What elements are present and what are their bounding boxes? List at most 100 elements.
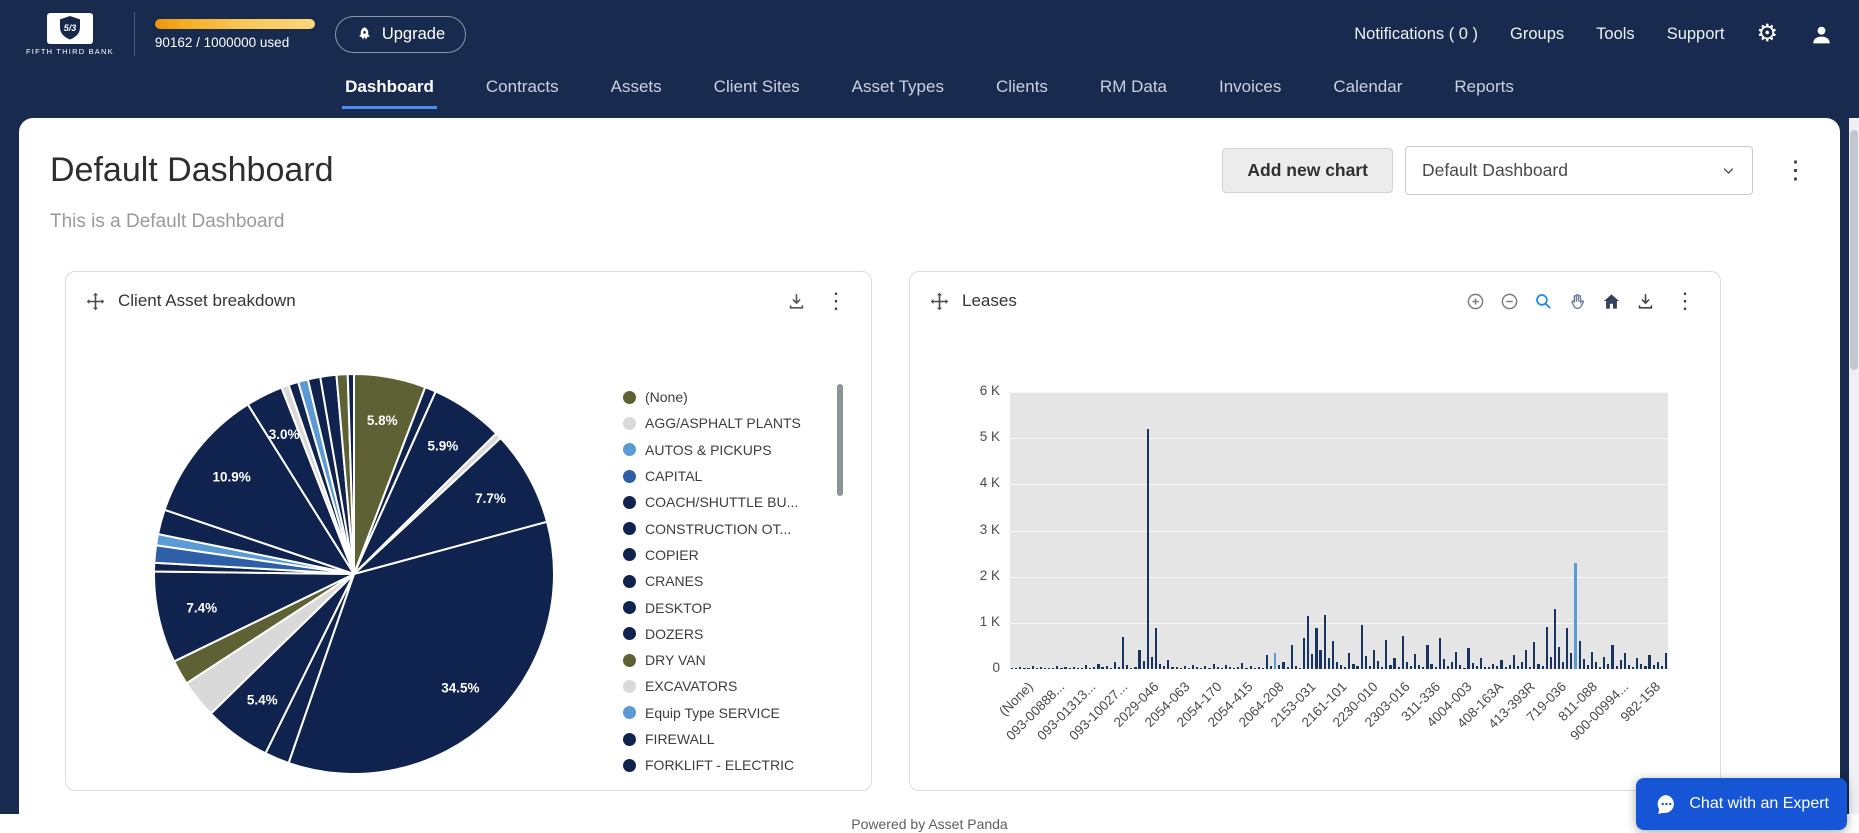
bar — [1048, 668, 1050, 670]
legend-dot — [623, 417, 636, 430]
bar — [1356, 666, 1358, 669]
legend-label: DESKTOP — [645, 600, 712, 616]
usage-progress-bar[interactable] — [155, 19, 315, 29]
bar — [1570, 653, 1572, 669]
legend-dot — [623, 680, 636, 693]
tab-calendar[interactable]: Calendar — [1330, 77, 1405, 109]
legend-label: DRY VAN — [645, 652, 706, 668]
topbar-link-tools[interactable]: Tools — [1596, 25, 1635, 44]
tab-rm-data[interactable]: RM Data — [1097, 77, 1170, 109]
bar — [1352, 664, 1354, 670]
legend-label: AGG/ASPHALT PLANTS — [645, 415, 801, 431]
download-icon[interactable] — [1636, 292, 1655, 311]
gridline — [1010, 531, 1668, 532]
bar — [1443, 659, 1445, 669]
pie-card-kebab[interactable]: ⋮ — [821, 290, 851, 312]
bar — [1011, 668, 1013, 670]
add-new-chart-button[interactable]: Add new chart — [1222, 148, 1393, 193]
tab-dashboard[interactable]: Dashboard — [342, 77, 437, 109]
bar — [1089, 668, 1091, 670]
client-asset-pie-chart: 5.8%5.9%7.7%34.5%5.4%7.4%10.9%3.0% — [146, 366, 562, 782]
bar — [1237, 667, 1239, 670]
pie-percent-label: 10.9% — [212, 470, 250, 485]
tab-asset-types[interactable]: Asset Types — [849, 77, 947, 109]
legend-item[interactable]: (None) — [623, 384, 837, 410]
topbar-link-support[interactable]: Support — [1667, 25, 1725, 44]
pie-percent-label: 3.0% — [269, 427, 300, 442]
legend-item[interactable]: EXCAVATORS — [623, 673, 837, 699]
dashboard-menu-kebab[interactable]: ⋮ — [1779, 158, 1812, 183]
legend-item[interactable]: DESKTOP — [623, 594, 837, 620]
bar — [1562, 662, 1564, 669]
bar — [1073, 667, 1075, 670]
legend-label: Equip Type SERVICE — [645, 705, 780, 721]
legend-item[interactable]: CRANES — [623, 568, 837, 594]
bar — [1636, 658, 1638, 669]
tab-clients[interactable]: Clients — [993, 77, 1051, 109]
bar — [1554, 609, 1556, 669]
drag-move-icon[interactable] — [86, 292, 105, 311]
legend-item[interactable]: COPIER — [623, 542, 837, 568]
y-tick-label: 2 K — [938, 568, 1000, 583]
user-profile-icon[interactable] — [1810, 23, 1833, 46]
bar — [1291, 645, 1293, 669]
chat-with-expert-button[interactable]: Chat with an Expert — [1636, 778, 1847, 830]
leases-card-kebab[interactable]: ⋮ — [1670, 290, 1700, 312]
legend-item[interactable]: DRY VAN — [623, 647, 837, 673]
gridline — [1010, 623, 1668, 624]
download-icon[interactable] — [787, 292, 806, 311]
bar — [1648, 655, 1650, 669]
legend-dot — [623, 548, 636, 561]
topbar-link-groups[interactable]: Groups — [1510, 25, 1564, 44]
fifth-third-bank-logo[interactable]: 5/3 Fifth Third Bank — [26, 13, 114, 56]
legend-item[interactable]: FORKLIFT - ELECTRIC — [623, 752, 837, 776]
legend-item[interactable]: DOZERS — [623, 621, 837, 647]
home-reset-icon[interactable] — [1602, 292, 1621, 311]
zoom-out-icon[interactable] — [1500, 292, 1519, 311]
gridline — [1010, 392, 1668, 393]
box-zoom-icon[interactable] — [1534, 292, 1553, 311]
zoom-in-icon[interactable] — [1466, 292, 1485, 311]
page-scrollbar[interactable] — [1849, 118, 1859, 814]
legend-item[interactable]: COACH/SHUTTLE BU... — [623, 489, 837, 515]
page-scrollbar-thumb[interactable] — [1850, 130, 1858, 370]
tab-invoices[interactable]: Invoices — [1216, 77, 1284, 109]
bar — [1595, 662, 1597, 669]
legend-item[interactable]: AGG/ASPHALT PLANTS — [623, 410, 837, 436]
bar — [1402, 636, 1404, 669]
bar — [1143, 661, 1145, 669]
pan-hand-icon[interactable] — [1568, 292, 1587, 311]
tab-assets[interactable]: Assets — [608, 77, 665, 109]
legend-item[interactable]: FIREWALL — [623, 726, 837, 752]
bar — [1410, 666, 1412, 669]
legend-item[interactable]: Equip Type SERVICE — [623, 700, 837, 726]
dashboard-controls: Add new chart Default Dashboard ⋮ — [1222, 146, 1812, 195]
dashboard-selector[interactable]: Default Dashboard — [1405, 146, 1753, 195]
legend-dot — [623, 733, 636, 746]
legend-dot — [623, 654, 636, 667]
upgrade-button[interactable]: Upgrade — [335, 16, 466, 53]
tab-client-sites[interactable]: Client Sites — [711, 77, 803, 109]
main-nav: Dashboard Contracts Assets Client Sites Asse… — [0, 68, 1859, 118]
pie-card-title: Client Asset breakdown — [118, 291, 296, 311]
legend-item[interactable]: AUTOS & PICKUPS — [623, 437, 837, 463]
bar — [1451, 662, 1453, 669]
legend-scrollbar-thumb[interactable] — [837, 384, 843, 496]
topbar-link-notifications-[interactable]: Notifications ( 0 ) — [1354, 25, 1478, 44]
tab-reports[interactable]: Reports — [1451, 77, 1517, 109]
legend-label: CRANES — [645, 573, 703, 589]
leases-bar-plot[interactable] — [1010, 392, 1668, 669]
gear-icon[interactable]: ⚙ — [1756, 22, 1778, 46]
bar — [1110, 668, 1112, 670]
bar — [1200, 668, 1202, 670]
bar — [1558, 647, 1560, 669]
drag-move-icon[interactable] — [930, 292, 949, 311]
tab-contracts[interactable]: Contracts — [483, 77, 562, 109]
legend-item[interactable]: CONSTRUCTION OT... — [623, 515, 837, 541]
bar — [1101, 667, 1103, 669]
topbar-links: Notifications ( 0 ) Groups Tools Support — [1354, 25, 1724, 44]
bar — [1644, 666, 1646, 669]
legend-item[interactable]: CAPITAL — [623, 463, 837, 489]
bar — [1537, 664, 1539, 670]
pie-percent-label: 34.5% — [441, 681, 479, 696]
